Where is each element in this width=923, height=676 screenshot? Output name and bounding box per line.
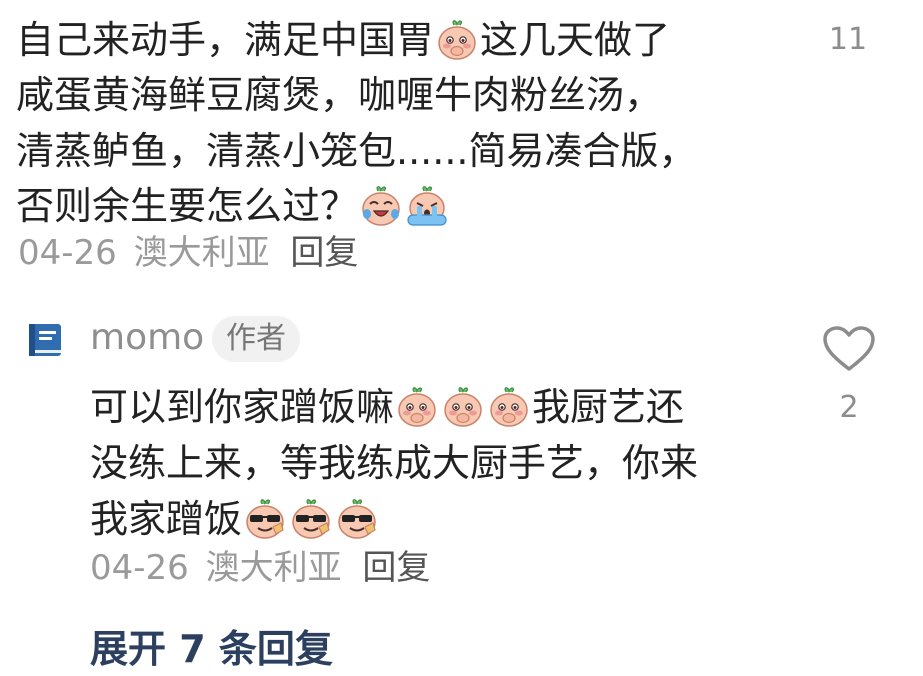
blush-hand-emoji-icon	[438, 19, 476, 60]
comment2-text-segment: 我家蹭饭	[90, 496, 243, 541]
comment1-text-segment: 否则余生要怎么过？	[16, 183, 359, 228]
comment2-line: 我家蹭饭	[90, 494, 380, 541]
comment1-text-segment: 咸蛋黄海鲜豆腐煲，咖喱牛肉粉丝汤，	[16, 72, 663, 117]
comment-2-like-count: 2	[839, 390, 859, 425]
heart-outline-icon[interactable]	[826, 0, 876, 10]
comment2-text-segment: 没练上来，等我练成大厨手艺，你来	[90, 440, 699, 485]
sunglasses-cool-emoji-icon	[246, 498, 284, 539]
sunglasses-cool-emoji-icon	[338, 498, 376, 539]
comment1-text-segment: 这几天做了	[480, 17, 671, 62]
comment-1-location: 澳大利亚	[133, 233, 270, 273]
heart-outline-icon[interactable]	[822, 325, 876, 373]
blush-hand-emoji-icon	[398, 386, 436, 427]
comment2-line: 可以到你家蹭饭嘛 我厨艺还	[90, 382, 684, 429]
comment1-line: 清蒸鲈鱼，清蒸小笼包......简易凑合版，	[16, 126, 696, 173]
expand-replies-button[interactable]: 展开 7 条回复	[90, 627, 333, 671]
comment-1-date: 04-26	[18, 233, 117, 273]
comment2-text-segment: 可以到你家蹭饭嘛	[90, 384, 395, 429]
comment-2-meta: 04-26 澳大利亚 回复	[90, 548, 430, 588]
blush-hand-emoji-icon	[444, 386, 482, 427]
comment1-line: 否则余生要怎么过？	[16, 181, 450, 228]
sunglasses-cool-emoji-icon	[292, 498, 330, 539]
comment-2-location: 澳大利亚	[205, 548, 342, 588]
author-badge: 作者	[212, 316, 300, 362]
laugh-cry-emoji-icon	[362, 185, 400, 226]
comment-1-like-count: 11	[828, 22, 868, 57]
crying-tears-emoji-icon	[407, 185, 447, 226]
comment-1-reply-button[interactable]: 回复	[290, 233, 358, 273]
comment1-text-segment: 自己来动手，满足中国胃	[16, 17, 435, 62]
comment-1-meta: 04-26 澳大利亚 回复	[18, 233, 358, 273]
book-avatar-icon[interactable]	[27, 322, 63, 358]
comment2-text-segment: 我厨艺还	[532, 384, 685, 429]
comment-2-reply-button[interactable]: 回复	[362, 548, 430, 588]
comment1-line: 咸蛋黄海鲜豆腐煲，咖喱牛肉粉丝汤，	[16, 70, 662, 117]
comment1-text-segment: 清蒸鲈鱼，清蒸小笼包......简易凑合版，	[16, 128, 697, 173]
blush-hand-emoji-icon	[490, 386, 528, 427]
comment-2-username[interactable]: momo	[90, 316, 204, 360]
comment2-line: 没练上来，等我练成大厨手艺，你来	[90, 438, 698, 485]
comment-2-date: 04-26	[90, 548, 189, 588]
comment1-line: 自己来动手，满足中国胃 这几天做了	[16, 15, 670, 62]
